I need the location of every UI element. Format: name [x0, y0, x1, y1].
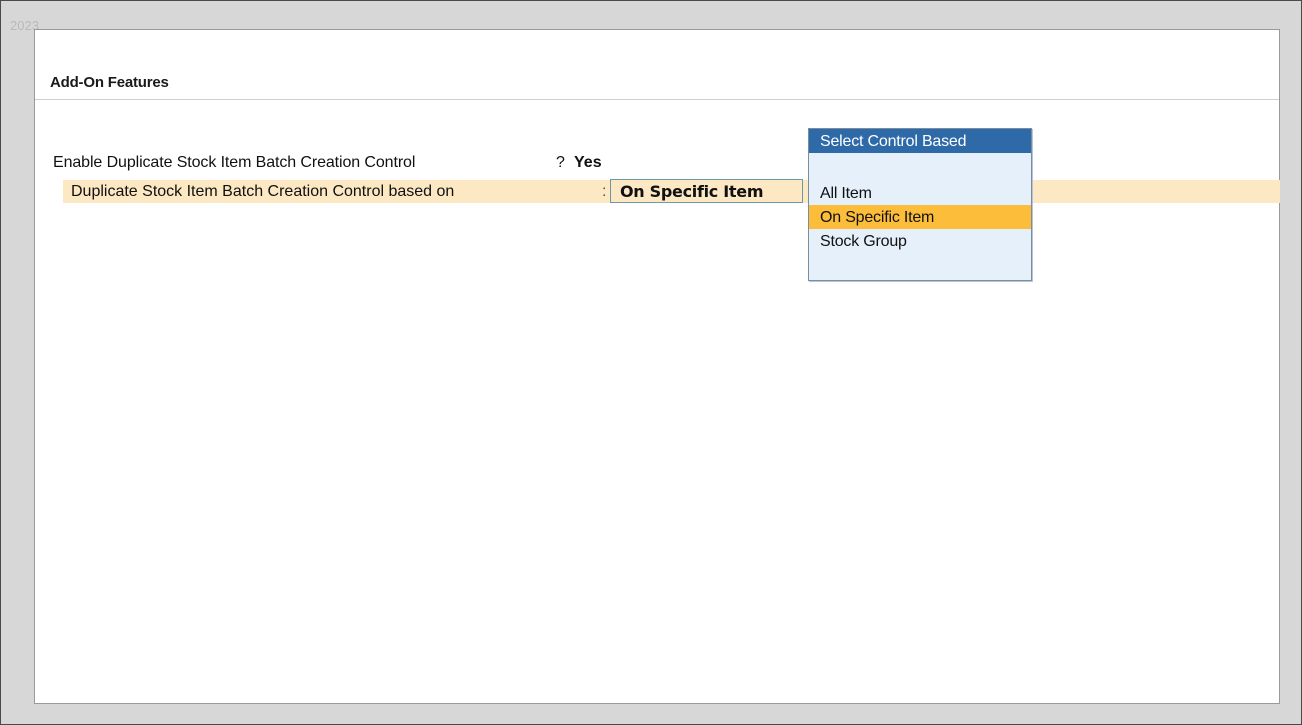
option-all-item[interactable]: All Item — [809, 181, 1031, 205]
popup-title: Select Control Based — [809, 129, 1031, 153]
control-based-on-label: Duplicate Stock Item Batch Creation Cont… — [71, 183, 455, 200]
control-based-on-separator: : — [602, 183, 607, 200]
option-on-specific-item[interactable]: On Specific Item — [809, 205, 1031, 229]
title-divider — [35, 99, 1279, 100]
enable-duplicate-separator: ? — [556, 154, 565, 171]
select-control-based-popup: Select Control Based All Item On Specifi… — [808, 128, 1032, 281]
enable-duplicate-value[interactable]: Yes — [574, 154, 602, 172]
add-on-features-panel: Add-On Features Enable Duplicate Stock I… — [34, 29, 1280, 704]
control-based-on-field[interactable]: On Specific Item — [610, 179, 803, 203]
enable-duplicate-label: Enable Duplicate Stock Item Batch Creati… — [53, 154, 416, 171]
option-stock-group[interactable]: Stock Group — [809, 229, 1031, 253]
enable-duplicate-row[interactable]: Enable Duplicate Stock Item Batch Creati… — [53, 154, 602, 172]
app-window: 2023 Add-On Features Enable Duplicate St… — [0, 0, 1302, 725]
panel-title: Add-On Features — [50, 74, 169, 91]
popup-option-list: All Item On Specific Item Stock Group — [809, 181, 1031, 253]
